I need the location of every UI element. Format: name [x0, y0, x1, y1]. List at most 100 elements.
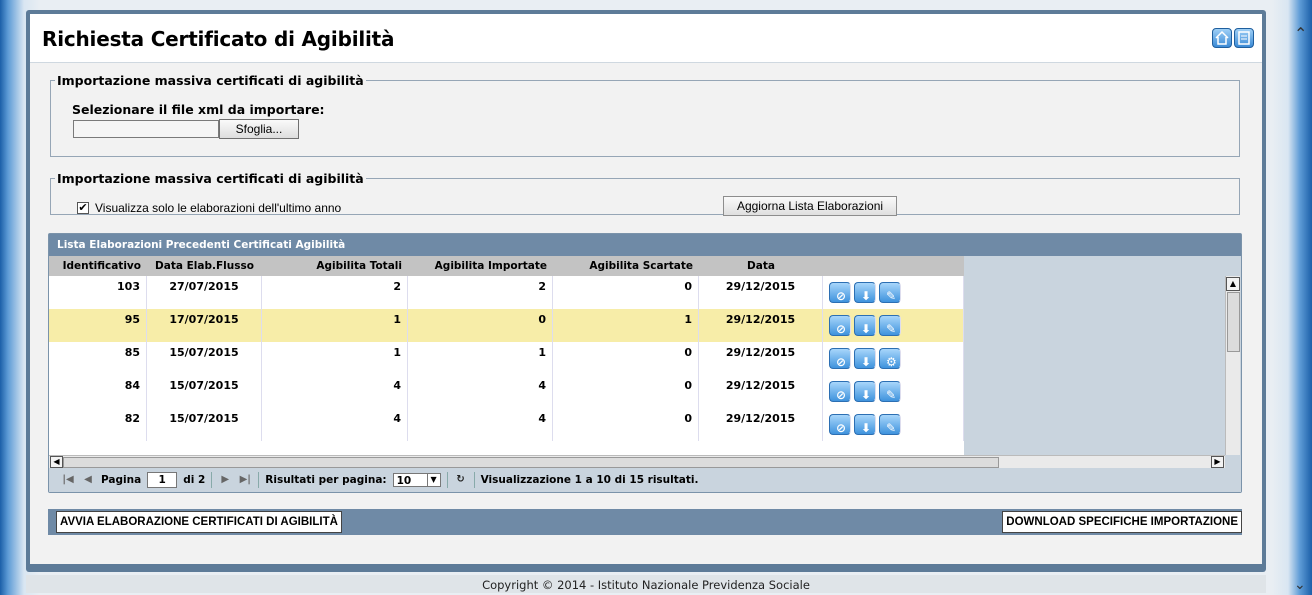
browse-button[interactable]: Sfoglia...: [219, 119, 299, 139]
page-total: di 2: [183, 474, 206, 486]
main-content: Importazione massiva certificati di agib…: [30, 63, 1262, 564]
download-icon[interactable]: ⬇: [854, 348, 876, 369]
page-input[interactable]: 1: [147, 472, 178, 488]
download-icon[interactable]: ⬇: [854, 381, 876, 402]
download-icon[interactable]: ⬇: [854, 282, 876, 303]
start-processing-button[interactable]: AVVIA ELABORAZIONE CERTIFICATI DI AGIBIL…: [56, 511, 342, 533]
row-actions: ⊘ ⬇ ✎: [823, 408, 964, 441]
row-actions: ⊘ ⬇ ✎: [823, 276, 964, 309]
cell-id: 95: [49, 309, 147, 342]
grid-header: Identificativo Data Elab.Flusso Agibilit…: [49, 256, 964, 292]
col-header-scartate[interactable]: Agibilita Scartate: [553, 256, 699, 276]
cell-data-cert: 29/12/2015: [699, 342, 823, 375]
grid-horizontal-scrollbar[interactable]: ◀ ▶: [49, 455, 1225, 468]
cell-data-flusso: 17/07/2015: [147, 309, 262, 342]
per-page-select[interactable]: 10 ▼: [392, 473, 441, 487]
grid-vertical-scrollbar[interactable]: ▲: [1225, 276, 1240, 455]
scroll-thumb[interactable]: [1227, 292, 1240, 352]
import-legend: Importazione massiva certificati di agib…: [57, 73, 364, 88]
import-fieldset: Importazione massiva certificati di agib…: [50, 73, 1240, 157]
cell-importate: 0: [408, 309, 553, 342]
cell-id: 82: [49, 408, 147, 441]
cell-data-cert: 29/12/2015: [699, 408, 823, 441]
page-scrollbar[interactable]: ⌃ ⌄: [1290, 14, 1312, 593]
separator: [473, 472, 475, 488]
cell-data-flusso: 15/07/2015: [147, 342, 262, 375]
chevron-down-icon: ▼: [426, 474, 440, 486]
refresh-icon[interactable]: ↻: [454, 473, 468, 487]
table-row[interactable]: 95 17/07/2015 1 0 1 29/12/2015 ⊘ ⬇ ✎: [49, 309, 964, 342]
first-page-icon[interactable]: |◀: [61, 473, 75, 487]
table-row[interactable]: 103 27/07/2015 2 2 0 29/12/2015 ⊘ ⬇ ✎: [49, 276, 964, 309]
home-icon[interactable]: [1212, 28, 1232, 48]
scroll-up-icon[interactable]: ⌃: [1294, 24, 1307, 43]
paperclip-icon[interactable]: ⊘: [829, 381, 851, 402]
cell-scartate: 0: [553, 276, 699, 309]
col-header-data-cert[interactable]: Data Elab.Certificati: [699, 256, 823, 292]
cell-data-flusso: 15/07/2015: [147, 375, 262, 408]
next-page-icon[interactable]: ▶: [218, 473, 232, 487]
edit-icon[interactable]: ✎: [879, 282, 901, 303]
action-bar: AVVIA ELABORAZIONE CERTIFICATI DI AGIBIL…: [48, 509, 1242, 535]
last-page-icon[interactable]: ▶|: [238, 473, 252, 487]
edit-icon[interactable]: ✎: [879, 381, 901, 402]
scroll-left-icon[interactable]: ◀: [50, 456, 63, 468]
file-input[interactable]: [73, 120, 219, 138]
col-header-importate[interactable]: Agibilita Importate: [408, 256, 553, 276]
file-label: Selezionare il file xml da importare:: [72, 102, 325, 117]
cell-scartate: 0: [553, 375, 699, 408]
results-summary: Visualizzazione 1 a 10 di 15 risultati.: [480, 474, 699, 486]
table-row[interactable]: 84 15/07/2015 4 4 0 29/12/2015 ⊘ ⬇ ✎: [49, 375, 964, 408]
table-row[interactable]: 82 15/07/2015 4 4 0 29/12/2015 ⊘ ⬇ ✎: [49, 408, 964, 441]
col-header-totali[interactable]: Agibilita Totali: [262, 256, 408, 276]
paperclip-icon[interactable]: ⊘: [829, 348, 851, 369]
cell-data-cert: 29/12/2015: [699, 309, 823, 342]
cell-data-cert: 29/12/2015: [699, 276, 823, 309]
table-row[interactable]: 85 15/07/2015 1 1 0 29/12/2015 ⊘ ⬇ ⚙: [49, 342, 964, 375]
scroll-right-icon[interactable]: ▶: [1211, 456, 1224, 468]
separator: [258, 472, 260, 488]
paperclip-icon[interactable]: ⊘: [829, 315, 851, 336]
gear-icon[interactable]: ⚙: [879, 348, 901, 369]
cell-importate: 1: [408, 342, 553, 375]
cell-id: 85: [49, 342, 147, 375]
footer: Copyright © 2014 - Istituto Nazionale Pr…: [26, 575, 1266, 593]
header-icons: [1212, 28, 1254, 48]
grid-body: 103 27/07/2015 2 2 0 29/12/2015 ⊘ ⬇ ✎ 95…: [49, 276, 964, 455]
last-year-label: Visualizza solo le elaborazioni dell'ult…: [95, 201, 342, 215]
page-label: Pagina: [101, 474, 142, 486]
download-specs-button[interactable]: DOWNLOAD SPECIFICHE IMPORTAZIONE: [1002, 511, 1242, 533]
paperclip-icon[interactable]: ⊘: [829, 282, 851, 303]
cell-totali: 4: [262, 408, 408, 441]
cell-totali: 2: [262, 276, 408, 309]
edit-icon[interactable]: ✎: [879, 315, 901, 336]
cell-id: 84: [49, 375, 147, 408]
per-page-value: 10: [396, 475, 412, 487]
download-icon[interactable]: ⬇: [854, 414, 876, 435]
cell-importate: 2: [408, 276, 553, 309]
grid-caption: Lista Elaborazioni Precedenti Certificat…: [49, 234, 1241, 256]
col-header-id[interactable]: Identificativo: [49, 256, 147, 276]
separator: [446, 472, 448, 488]
row-actions: ⊘ ⬇ ✎: [823, 309, 964, 342]
col-header-actions: [823, 256, 964, 276]
cell-data-flusso: 15/07/2015: [147, 408, 262, 441]
document-icon[interactable]: [1234, 28, 1254, 48]
per-page-label: Risultati per pagina:: [265, 474, 387, 486]
page-title: Richiesta Certificato di Agibilità: [42, 27, 395, 51]
paperclip-icon[interactable]: ⊘: [829, 414, 851, 435]
prev-page-icon[interactable]: ◀: [81, 473, 95, 487]
refresh-list-button[interactable]: Aggiorna Lista Elaborazioni: [723, 196, 897, 216]
scroll-thumb[interactable]: [63, 457, 999, 468]
last-year-checkbox[interactable]: ✔: [77, 202, 89, 214]
pager: |◀ ◀ Pagina 1 di 2 ▶ ▶| Risultati per pa…: [49, 468, 1241, 492]
cell-importate: 4: [408, 375, 553, 408]
cell-data-cert: 29/12/2015: [699, 375, 823, 408]
scroll-down-icon[interactable]: ⌄: [1294, 577, 1306, 593]
col-header-data-flusso[interactable]: Data Elab.Flusso: [147, 256, 262, 276]
scroll-up-icon[interactable]: ▲: [1226, 277, 1240, 291]
cell-scartate: 0: [553, 342, 699, 375]
cell-totali: 1: [262, 309, 408, 342]
download-icon[interactable]: ⬇: [854, 315, 876, 336]
edit-icon[interactable]: ✎: [879, 414, 901, 435]
